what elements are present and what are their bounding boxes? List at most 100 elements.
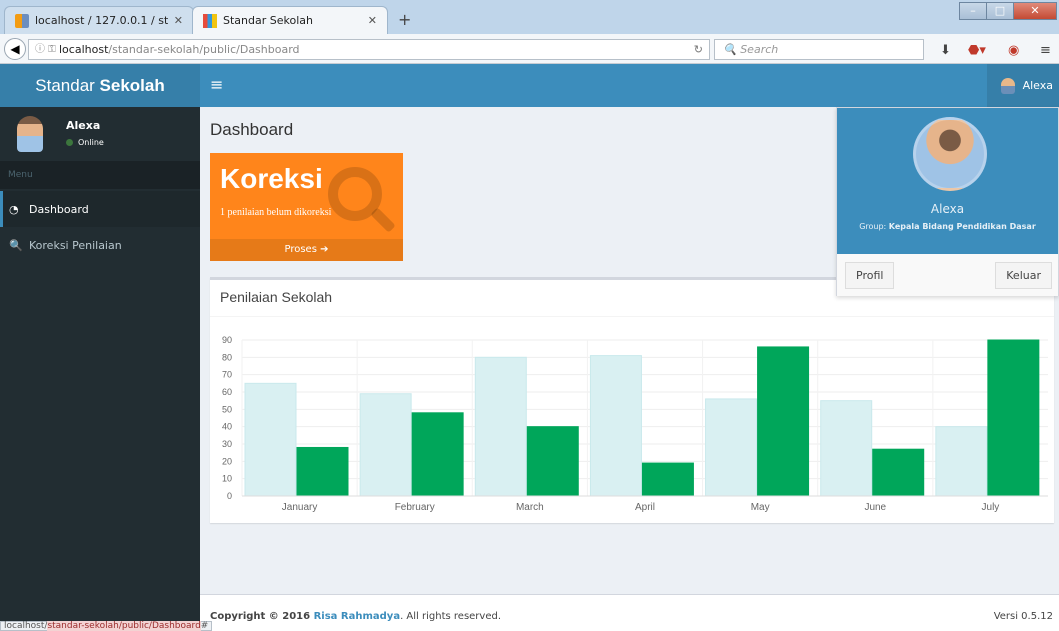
bar [474, 356, 527, 497]
user-dropdown-header: Alexa Group: Kepala Bidang Pendidikan Da… [837, 108, 1058, 254]
copyright-text: Copyright © 2016 Risa Rahmadya. All righ… [210, 611, 501, 622]
browser-url-bar: ◀ ⓘ ⚿ localhost/standar-sekolah/public/D… [0, 34, 1059, 64]
sidebar-menu-header: Menu [0, 161, 200, 189]
app-logo[interactable]: Standar Sekolah [0, 64, 200, 107]
download-icon[interactable]: ⬇ [940, 43, 951, 58]
browser-tab-bar: localhost / 127.0.0.1 / stan... ✕ Standa… [0, 0, 1059, 34]
y-tick-label: 60 [222, 387, 232, 397]
user-menu-toggle[interactable]: Alexa [987, 64, 1059, 107]
logout-button[interactable]: Keluar [995, 262, 1052, 289]
user-dropdown-footer: Profil Keluar [837, 254, 1058, 296]
window-controls: – □ ✕ [959, 2, 1057, 20]
dashboard-icon: ◔ [9, 202, 19, 216]
x-tick-label: February [395, 502, 435, 513]
close-icon[interactable]: ✕ [368, 14, 377, 27]
sidebar-item-koreksi-penilaian[interactable]: 🔍 Koreksi Penilaian [0, 227, 200, 263]
copyright-suffix: . All rights reserved. [400, 611, 502, 622]
status-label: Online [78, 138, 104, 147]
avatar [913, 117, 987, 191]
chart-box: Penilaian Sekolah 0 10 20 30 40 50 60 70 80 90 Jan… [210, 277, 1054, 523]
status-url-prefix: localhost/ [4, 621, 48, 631]
bar [872, 448, 925, 497]
penilaian-bar-chart: 0 10 20 30 40 50 60 70 80 90 January February March A… [222, 335, 1048, 513]
bar [820, 400, 873, 497]
back-arrow-icon[interactable]: ◀ [4, 38, 26, 60]
page-title: Dashboard [210, 120, 294, 139]
bar [935, 426, 988, 497]
dropdown-user-group: Group: Kepala Bidang Pendidikan Dasar [837, 222, 1058, 231]
y-tick-label: 30 [222, 439, 232, 449]
search-icon: 🔍 [9, 238, 23, 252]
sidebar-toggle-icon[interactable]: ≡ [210, 75, 223, 94]
group-label: Group: [859, 222, 889, 231]
x-tick-label: April [635, 502, 655, 513]
proses-label: Proses [284, 244, 317, 255]
box-divider [210, 316, 1054, 317]
adblock-icon[interactable]: ⬣▾ [968, 43, 986, 58]
sidebar-user-panel: Alexa Online [0, 107, 200, 161]
close-icon[interactable]: ✕ [174, 14, 183, 27]
y-tick-label: 70 [222, 370, 232, 380]
bar [244, 382, 297, 497]
reload-icon[interactable]: ↻ [694, 40, 703, 59]
koreksi-description: 1 penilaian belum dikoreksi [220, 207, 332, 218]
koreksi-info-box: Koreksi 1 penilaian belum dikoreksi Pros… [210, 153, 403, 261]
address-path: /standar-sekolah/public/Dashboard [108, 43, 300, 56]
browser-tab-standar-sekolah[interactable]: Standar Sekolah ✕ [192, 6, 388, 34]
opera-icon[interactable]: ◉ [1008, 43, 1019, 58]
status-url-suffix: # [200, 621, 209, 631]
tab-label: Standar Sekolah [223, 14, 313, 27]
x-tick-label: June [864, 502, 886, 513]
y-tick-label: 50 [222, 404, 232, 414]
phpmyadmin-icon [15, 13, 29, 28]
bar [589, 355, 642, 497]
minimize-icon[interactable]: – [959, 2, 987, 20]
sidebar-item-dashboard[interactable]: ◔ Dashboard [0, 191, 200, 227]
search-icon-handle [370, 207, 396, 233]
browser-status-url: localhost/standar-sekolah/public/Dashboa… [0, 621, 213, 631]
bar [411, 412, 464, 497]
logo-bold-text: Sekolah [99, 76, 165, 95]
info-icon[interactable]: ⓘ ⚿ [35, 40, 56, 59]
hamburger-menu-icon[interactable]: ≡ [1040, 43, 1051, 58]
status-url-highlight: standar-sekolah/public/Dashboard [47, 621, 201, 631]
y-tick-label: 80 [222, 352, 232, 362]
y-tick-label: 90 [222, 335, 232, 345]
sidebar-user-name: Alexa [66, 119, 101, 132]
dropdown-user-name: Alexa [930, 202, 965, 216]
chart-box-title: Penilaian Sekolah [220, 289, 333, 305]
window-close-icon[interactable]: ✕ [1013, 2, 1057, 20]
y-tick-label: 10 [222, 474, 232, 484]
profile-button[interactable]: Profil [845, 262, 895, 289]
bar [705, 398, 758, 497]
x-tick-label: July [982, 502, 1000, 513]
browser-tab-phpmyadmin[interactable]: localhost / 127.0.0.1 / stan... ✕ [4, 6, 194, 34]
sidebar: Alexa Online Menu ◔ Dashboard 🔍 Koreksi … [0, 107, 200, 631]
x-tick-label: March [516, 502, 544, 513]
browser-search-input[interactable]: 🔍 Search [714, 39, 924, 60]
sidebar-item-label: Dashboard [29, 202, 89, 216]
avatar [17, 116, 43, 152]
top-navbar: ≡ Alexa [200, 64, 1059, 107]
y-tick-label: 40 [222, 422, 232, 432]
bar [757, 346, 810, 497]
bar [296, 446, 349, 497]
copyright-prefix: Copyright © 2016 [210, 611, 314, 622]
author-link[interactable]: Risa Rahmadya [314, 611, 400, 622]
logo-light-text: Standar [35, 76, 100, 95]
bar [526, 426, 579, 497]
user-dropdown: Alexa Group: Kepala Bidang Pendidikan Da… [836, 107, 1059, 296]
maximize-icon[interactable]: □ [986, 2, 1014, 20]
bar [987, 339, 1040, 497]
new-tab-icon[interactable]: + [398, 10, 411, 29]
x-tick-label: January [282, 502, 318, 513]
proses-link[interactable]: Proses ➔ [210, 239, 403, 261]
y-tick-label: 20 [222, 456, 232, 466]
tab-label: localhost / 127.0.0.1 / stan... [35, 14, 168, 27]
koreksi-title: Koreksi [220, 163, 323, 194]
page-footer: Copyright © 2016 Risa Rahmadya. All righ… [200, 594, 1059, 631]
arrow-circle-right-icon: ➔ [320, 244, 329, 255]
bar-chart-icon [203, 13, 217, 28]
group-value: Kepala Bidang Pendidikan Dasar [888, 222, 1036, 231]
address-field[interactable]: ⓘ ⚿ localhost/standar-sekolah/public/Das… [28, 39, 710, 60]
